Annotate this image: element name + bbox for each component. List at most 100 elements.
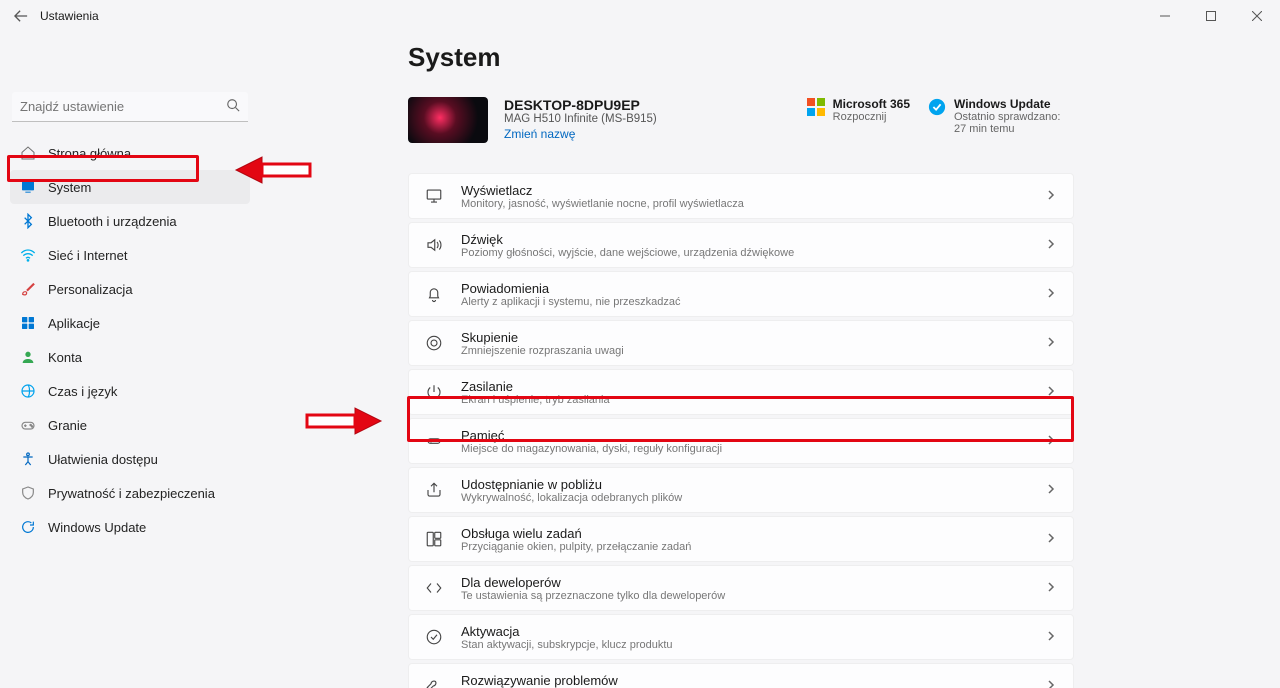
- nav-accessibility[interactable]: Ułatwienia dostępu: [10, 442, 250, 476]
- nav-label: Sieć i Internet: [48, 248, 128, 263]
- chevron-right-icon: [1045, 531, 1057, 547]
- s-sub: Wykrywalność, lokalizacja odebranych pli…: [461, 492, 1027, 504]
- s-sub: Te ustawienia są przeznaczone tylko dla …: [461, 590, 1027, 602]
- nav-time-language[interactable]: Czas i język: [10, 374, 250, 408]
- update-badge-icon: [928, 98, 946, 116]
- s-title: Pamięć: [461, 428, 1027, 443]
- nav-gaming[interactable]: Granie: [10, 408, 250, 442]
- s-title: Aktywacja: [461, 624, 1027, 639]
- info-m365[interactable]: Microsoft 365 Rozpocznij: [807, 97, 910, 135]
- chevron-right-icon: [1045, 188, 1057, 204]
- m365-icon: [807, 98, 825, 116]
- settings-list: WyświetlaczMonitory, jasność, wyświetlan…: [408, 173, 1074, 688]
- device-image: [408, 97, 488, 143]
- settings-multitask[interactable]: Obsługa wielu zadańPrzyciąganie okien, p…: [408, 516, 1074, 562]
- back-arrow-icon[interactable]: [14, 9, 28, 23]
- bell-icon: [425, 285, 443, 303]
- search-box[interactable]: [12, 92, 248, 122]
- rename-link[interactable]: Zmień nazwę: [504, 127, 575, 141]
- nav-label: Windows Update: [48, 520, 146, 535]
- s-title: Rozwiązywanie problemów: [461, 673, 1027, 688]
- accessibility-icon: [20, 451, 36, 467]
- sound-icon: [425, 236, 443, 254]
- multitask-icon: [425, 530, 443, 548]
- chevron-right-icon: [1045, 237, 1057, 253]
- settings-focus[interactable]: SkupienieZmniejszenie rozpraszania uwagi: [408, 320, 1074, 366]
- info-sub: Rozpocznij: [833, 111, 910, 123]
- settings-activation[interactable]: AktywacjaStan aktywacji, subskrypcje, kl…: [408, 614, 1074, 660]
- nav-list: Strona główna System Bluetooth i urządze…: [10, 136, 250, 544]
- s-sub: Ekran i uśpienie, tryb zasilania: [461, 394, 1027, 406]
- wifi-icon: [20, 247, 36, 263]
- nav-label: Personalizacja: [48, 282, 133, 297]
- nav-system[interactable]: System: [10, 170, 250, 204]
- account-icon: [20, 349, 36, 365]
- chevron-right-icon: [1045, 433, 1057, 449]
- clock-globe-icon: [20, 383, 36, 399]
- nav-apps[interactable]: Aplikacje: [10, 306, 250, 340]
- titlebar: Ustawienia: [0, 0, 1280, 32]
- settings-display[interactable]: WyświetlaczMonitory, jasność, wyświetlan…: [408, 173, 1074, 219]
- settings-nearby-sharing[interactable]: Udostępnianie w pobliżuWykrywalność, lok…: [408, 467, 1074, 513]
- settings-notifications[interactable]: PowiadomieniaAlerty z aplikacji i system…: [408, 271, 1074, 317]
- window-title: Ustawienia: [40, 9, 99, 23]
- device-model: MAG H510 Infinite (MS-B915): [504, 113, 657, 125]
- nav-network[interactable]: Sieć i Internet: [10, 238, 250, 272]
- search-input[interactable]: [20, 99, 226, 114]
- s-sub: Monitory, jasność, wyświetlanie nocne, p…: [461, 198, 1027, 210]
- device-right: Microsoft 365 Rozpocznij Windows Update …: [807, 97, 1074, 135]
- s-title: Zasilanie: [461, 379, 1027, 394]
- settings-troubleshoot[interactable]: Rozwiązywanie problemówZalecane narzędzi…: [408, 663, 1074, 688]
- troubleshoot-icon: [425, 677, 443, 688]
- chevron-right-icon: [1045, 580, 1057, 596]
- s-sub: Alerty z aplikacji i systemu, nie przesz…: [461, 296, 1027, 308]
- s-title: Wyświetlacz: [461, 183, 1027, 198]
- device-left: DESKTOP-8DPU9EP MAG H510 Infinite (MS-B9…: [408, 97, 657, 143]
- s-sub: Stan aktywacji, subskrypcje, klucz produ…: [461, 639, 1027, 651]
- close-button[interactable]: [1234, 0, 1280, 32]
- settings-power[interactable]: ZasilanieEkran i uśpienie, tryb zasilani…: [408, 369, 1074, 415]
- window-controls: [1142, 0, 1280, 32]
- s-sub: Zmniejszenie rozpraszania uwagi: [461, 345, 1027, 357]
- nav-personalization[interactable]: Personalizacja: [10, 272, 250, 306]
- s-sub: Poziomy głośności, wyjście, dane wejścio…: [461, 247, 1027, 259]
- info-sub: Ostatnio sprawdzano: 27 min temu: [954, 111, 1074, 135]
- chevron-right-icon: [1045, 335, 1057, 351]
- update-icon: [20, 519, 36, 535]
- info-title: Windows Update: [954, 97, 1074, 111]
- chevron-right-icon: [1045, 384, 1057, 400]
- info-title: Microsoft 365: [833, 97, 910, 111]
- nav-windows-update[interactable]: Windows Update: [10, 510, 250, 544]
- developers-icon: [425, 579, 443, 597]
- chevron-right-icon: [1045, 678, 1057, 688]
- nav-bluetooth[interactable]: Bluetooth i urządzenia: [10, 204, 250, 238]
- s-title: Obsługa wielu zadań: [461, 526, 1027, 541]
- shield-icon: [20, 485, 36, 501]
- brush-icon: [20, 281, 36, 297]
- nav-label: System: [48, 180, 91, 195]
- device-name: DESKTOP-8DPU9EP: [504, 97, 657, 113]
- settings-storage[interactable]: PamięćMiejsce do magazynowania, dyski, r…: [408, 418, 1074, 464]
- info-windows-update[interactable]: Windows Update Ostatnio sprawdzano: 27 m…: [928, 97, 1074, 135]
- nav-label: Bluetooth i urządzenia: [48, 214, 177, 229]
- s-title: Udostępnianie w pobliżu: [461, 477, 1027, 492]
- nav-label: Prywatność i zabezpieczenia: [48, 486, 215, 501]
- maximize-button[interactable]: [1188, 0, 1234, 32]
- apps-icon: [20, 315, 36, 331]
- nav-label: Czas i język: [48, 384, 117, 399]
- s-title: Dźwięk: [461, 232, 1027, 247]
- settings-developers[interactable]: Dla deweloperówTe ustawienia są przeznac…: [408, 565, 1074, 611]
- home-icon: [20, 145, 36, 161]
- settings-sound[interactable]: DźwiękPoziomy głośności, wyjście, dane w…: [408, 222, 1074, 268]
- nav-label: Ułatwienia dostępu: [48, 452, 158, 467]
- nav-home[interactable]: Strona główna: [10, 136, 250, 170]
- gamepad-icon: [20, 417, 36, 433]
- nav-accounts[interactable]: Konta: [10, 340, 250, 374]
- titlebar-left: Ustawienia: [14, 9, 99, 23]
- nav-label: Granie: [48, 418, 87, 433]
- share-icon: [425, 481, 443, 499]
- sidebar: Strona główna System Bluetooth i urządze…: [0, 32, 260, 688]
- minimize-button[interactable]: [1142, 0, 1188, 32]
- page-title: System: [408, 42, 1280, 73]
- nav-privacy[interactable]: Prywatność i zabezpieczenia: [10, 476, 250, 510]
